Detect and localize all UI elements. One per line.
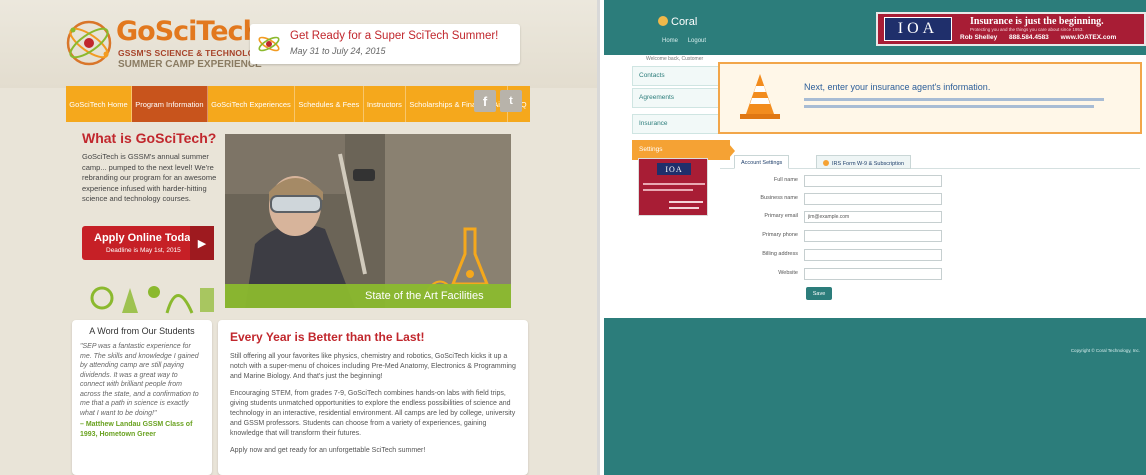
main-paragraph-2: Encouraging STEM, from grades 7-9, GoSci… bbox=[230, 390, 516, 437]
testimonial-box: A Word from Our Students "SEP was a fant… bbox=[72, 320, 212, 475]
form-row-primary-email: Primary email bbox=[720, 211, 1020, 223]
sidebar-item-settings[interactable]: Settings bbox=[632, 140, 735, 160]
section-title-what-is: What is GoSciTech? bbox=[82, 130, 217, 146]
form-panel bbox=[720, 168, 1140, 316]
coral-logo-icon bbox=[658, 16, 668, 26]
billing-address-input[interactable] bbox=[804, 249, 942, 261]
full-name-input[interactable] bbox=[804, 175, 942, 187]
primary-email-input[interactable] bbox=[804, 211, 942, 223]
form-row-business-name: Business name bbox=[720, 193, 1020, 205]
brand-name: GoSciTech bbox=[116, 16, 262, 47]
footer-copyright: Copyright © Coral Technology, Inc. bbox=[1070, 348, 1140, 353]
section-body-what-is: GoSciTech is GSSM's annual summer camp..… bbox=[82, 152, 217, 203]
apply-deadline: Deadline is May 1st, 2015 bbox=[106, 247, 181, 254]
main-nav: GoSciTech Home Program Information GoSci… bbox=[66, 86, 530, 122]
summer-banner[interactable]: Get Ready for a Super SciTech Summer! Ma… bbox=[250, 24, 520, 64]
website-label: Website bbox=[778, 270, 798, 276]
facebook-icon[interactable]: f bbox=[474, 90, 496, 112]
tab-irs-form[interactable]: IRS Form W-9 & Subscription bbox=[816, 155, 912, 169]
science-doodles-icon bbox=[90, 286, 214, 314]
ioa-logo: IOA bbox=[884, 17, 952, 41]
home-link[interactable]: Home bbox=[662, 38, 678, 44]
twitter-icon[interactable]: t bbox=[500, 90, 522, 112]
billing-address-label: Billing address bbox=[762, 251, 798, 257]
ioa-contact: Rob Shelley 888.584.4583 www.IOATEX.com bbox=[960, 34, 1126, 41]
traffic-cone-icon bbox=[740, 74, 780, 119]
ioa-slogan: Insurance is just the beginning. bbox=[970, 16, 1104, 27]
main-title: Every Year is Better than the Last! bbox=[230, 330, 425, 344]
nav-item-instructors[interactable]: Instructors bbox=[364, 86, 407, 122]
form-row-full-name: Full name bbox=[720, 175, 1020, 187]
ioa-agent: Rob Shelley bbox=[960, 34, 998, 41]
ioa-website: www.IOATEX.com bbox=[1060, 34, 1117, 41]
brand-tagline: GSSM'S SCIENCE & TECHNOLOGY bbox=[118, 48, 268, 58]
form-row-website: Website bbox=[720, 268, 1020, 280]
nav-item-experiences[interactable]: GoSciTech Experiences bbox=[208, 86, 296, 122]
coral-header: Coral Home Logout IOA Insurance is just … bbox=[604, 0, 1146, 55]
welcome-text: Welcome back, Customer bbox=[646, 56, 704, 62]
notice-title: Next, enter your insurance agent's infor… bbox=[804, 82, 991, 92]
banner-title: Get Ready for a Super SciTech Summer! bbox=[290, 30, 499, 42]
banner-dates: May 31 to July 24, 2015 bbox=[290, 46, 386, 56]
business-name-input[interactable] bbox=[804, 193, 942, 205]
logout-link[interactable]: Logout bbox=[688, 38, 706, 44]
photo-caption: State of the Art Facilities bbox=[225, 284, 511, 308]
primary-email-label: Primary email bbox=[764, 213, 798, 219]
ioa-fine-print: Protecting you and the things you care a… bbox=[970, 27, 1084, 32]
nav-item-schedules-fees[interactable]: Schedules & Fees bbox=[295, 86, 364, 122]
nav-item-program-information[interactable]: Program Information bbox=[131, 86, 208, 122]
atom-logo-icon bbox=[66, 20, 112, 66]
agent-info-notice: Next, enter your insurance agent's infor… bbox=[718, 62, 1142, 134]
testimonial-author: – Matthew Landau GSSM Class of 1993, Hom… bbox=[80, 421, 193, 438]
coral-footer: Copyright © Coral Technology, Inc. bbox=[604, 318, 1146, 475]
header-links: Home Logout bbox=[662, 38, 714, 44]
main-paragraph-1: Still offering all your favorites like p… bbox=[230, 353, 516, 380]
ioa-ad-banner[interactable]: IOA Insurance is just the beginning. Pro… bbox=[876, 12, 1146, 46]
form-row-primary-phone: Primary phone bbox=[720, 230, 1020, 242]
main-paragraph-3: Apply now and get ready for an unforgett… bbox=[230, 447, 426, 454]
tab-account-settings[interactable]: Account Settings bbox=[734, 155, 790, 169]
ioa-side-ad[interactable]: IOA bbox=[638, 158, 708, 216]
business-name-label: Business name bbox=[760, 195, 798, 201]
hero-photo: State of the Art Facilities bbox=[225, 134, 511, 308]
sidebar-item-contacts[interactable]: Contacts bbox=[632, 66, 720, 86]
testimonial-title: A Word from Our Students bbox=[89, 326, 195, 336]
settings-sidebar: Contacts Agreements Insurance Settings bbox=[632, 66, 735, 162]
coral-logo[interactable]: Coral bbox=[658, 16, 697, 28]
sidebar-item-insurance[interactable]: Insurance bbox=[632, 114, 720, 134]
apply-label: Apply Online Today bbox=[94, 232, 197, 244]
ioa-mini-logo: IOA bbox=[657, 163, 691, 175]
gosci-logo[interactable]: GoSciTech GSSM'S SCIENCE & TECHNOLOGY SU… bbox=[64, 14, 267, 80]
coral-screenshot: Coral Home Logout IOA Insurance is just … bbox=[604, 0, 1146, 475]
nav-item-home[interactable]: GoSciTech Home bbox=[66, 86, 132, 122]
apply-online-button[interactable]: Apply Online Today Deadline is May 1st, … bbox=[82, 226, 214, 260]
arrow-right-icon: ▶ bbox=[190, 226, 214, 260]
ioa-phone: 888.584.4583 bbox=[1009, 34, 1049, 41]
primary-phone-input[interactable] bbox=[804, 230, 942, 242]
primary-phone-label: Primary phone bbox=[762, 232, 798, 238]
atom-icon bbox=[258, 36, 280, 52]
full-name-label: Full name bbox=[773, 177, 798, 183]
brand-subtagline: SUMMER CAMP EXPERIENCE bbox=[118, 59, 262, 70]
testimonial-quote: "SEP was a fantastic experience for me. … bbox=[80, 343, 199, 417]
website-input[interactable] bbox=[804, 268, 942, 280]
status-dot-icon bbox=[823, 160, 829, 166]
main-content-box: Every Year is Better than the Last! Stil… bbox=[218, 320, 528, 475]
student-lab-image bbox=[225, 134, 511, 308]
save-button[interactable]: Save bbox=[806, 287, 832, 300]
form-row-billing-address: Billing address bbox=[720, 249, 1020, 261]
gosci-screenshot: GoSciTech GSSM'S SCIENCE & TECHNOLOGY SU… bbox=[0, 0, 600, 475]
sidebar-item-agreements[interactable]: Agreements bbox=[632, 88, 720, 108]
